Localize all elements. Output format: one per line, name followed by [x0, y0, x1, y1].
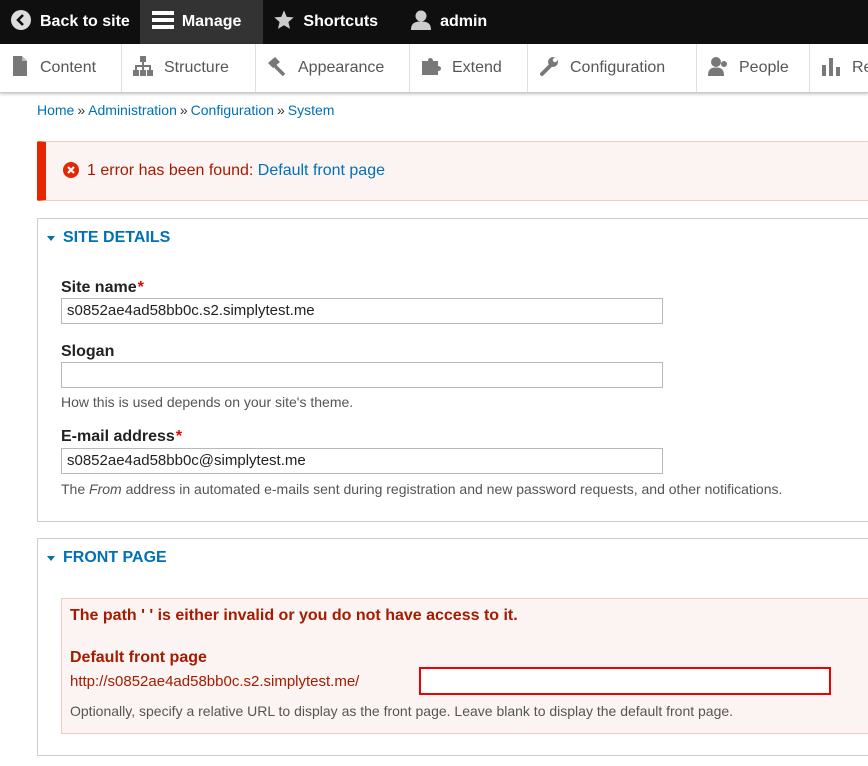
front-page-error-text: The path ' ' is either invalid or you do… [70, 607, 518, 624]
email-label-text: E-mail address [61, 428, 175, 445]
default-front-page-description: Optionally, specify a relative URL to di… [70, 703, 734, 719]
tray-item-content[interactable]: Content [0, 44, 122, 92]
user-label: admin [440, 13, 488, 30]
site-details-toggle[interactable]: SITE DETAILS [47, 229, 170, 247]
back-to-site-label: Back to site [40, 13, 130, 30]
tray-item-label: People [739, 59, 789, 76]
shortcuts-button[interactable]: Shortcuts [263, 0, 388, 44]
shortcuts-label: Shortcuts [303, 13, 379, 30]
user-button[interactable]: admin [388, 0, 497, 44]
site-details-legend: SITE DETAILS [63, 229, 171, 246]
default-front-page-input[interactable] [419, 667, 831, 695]
people-icon [707, 55, 739, 82]
error-message-text: 1 error has been found: Default front pa… [87, 162, 385, 180]
breadcrumb-separator: » [179, 102, 188, 118]
document-icon [10, 55, 40, 82]
tray-item-people[interactable]: People [697, 44, 810, 92]
tray-item-label: Extend [452, 59, 502, 76]
tray-item-label: Content [40, 59, 97, 76]
bar-chart-icon [820, 55, 852, 82]
tray-item-label: Structure [164, 59, 229, 76]
front-page-toggle[interactable]: FRONT PAGE [47, 549, 167, 567]
front-page-error-block: The path ' ' is either invalid or you do… [61, 598, 868, 734]
manage-label: Manage [181, 13, 242, 30]
email-description-post: address in automated e-mails sent during… [125, 481, 783, 497]
tray-item-appearance[interactable]: Appearance [256, 44, 410, 92]
breadcrumb-separator: » [276, 102, 285, 118]
required-marker: * [137, 279, 144, 296]
email-input[interactable]: s0852ae4ad58bb0c@simplytest.me [61, 448, 663, 474]
manage-button[interactable]: Manage [139, 0, 264, 44]
slogan-description: How this is used depends on your site's … [61, 394, 354, 410]
email-description-pre: The [61, 481, 86, 497]
tray-item-label: Appearance [298, 59, 385, 76]
caret-down-icon [47, 235, 55, 241]
slogan-input[interactable] [61, 362, 663, 388]
error-link-default-front-page[interactable]: Default front page [258, 162, 385, 179]
admin-menu-tray: Content Structure Appearance Extend Conf… [0, 44, 868, 93]
structure-icon [132, 55, 164, 82]
wrench-icon [538, 55, 570, 82]
puzzle-icon [420, 55, 452, 82]
breadcrumb-system[interactable]: System [288, 102, 335, 118]
email-description: The From address in automated e-mails se… [61, 481, 782, 497]
site-name-label: Site name* [61, 279, 144, 297]
tray-item-structure[interactable]: Structure [122, 44, 256, 92]
error-message: 1 error has been found: Default front pa… [37, 141, 868, 201]
user-icon [410, 9, 440, 36]
tray-item-extend[interactable]: Extend [410, 44, 528, 92]
breadcrumb-separator: » [77, 102, 86, 118]
required-marker: * [175, 428, 183, 445]
default-front-page-label: Default front page [70, 649, 207, 666]
site-details-fieldset: SITE DETAILS Site name* s0852ae4ad58bb0c… [37, 218, 868, 522]
site-name-input[interactable]: s0852ae4ad58bb0c.s2.simplytest.me [61, 298, 663, 324]
front-page-fieldset: FRONT PAGE The path ' ' is either invali… [37, 538, 868, 756]
slogan-label: Slogan [61, 343, 115, 360]
admin-toolbar: Back to site Manage Shortcuts admin [0, 0, 868, 44]
site-name-label-text: Site name [61, 279, 137, 296]
tray-item-reports[interactable]: Reports [810, 44, 868, 92]
back-to-site-button[interactable]: Back to site [0, 0, 140, 44]
caret-down-icon [47, 555, 55, 561]
email-label: E-mail address* [61, 428, 182, 446]
paint-roller-icon [266, 55, 298, 82]
front-page-url-prefix: http://s0852ae4ad58bb0c.s2.simplytest.me… [70, 673, 360, 690]
front-page-legend: FRONT PAGE [63, 549, 167, 566]
error-message-summary: 1 error has been found: [87, 162, 254, 179]
tray-item-label: Configuration [570, 59, 666, 76]
error-icon [63, 161, 79, 181]
breadcrumb: Home» Administration» Configuration» System [37, 102, 334, 118]
star-icon [273, 9, 303, 36]
tray-item-configuration[interactable]: Configuration [528, 44, 697, 92]
breadcrumb-administration[interactable]: Administration [88, 102, 177, 118]
back-arrow-icon [10, 9, 40, 36]
breadcrumb-configuration[interactable]: Configuration [191, 102, 274, 118]
breadcrumb-home[interactable]: Home [37, 102, 74, 118]
tray-item-label: Reports [852, 59, 868, 76]
email-description-em: From [89, 481, 122, 497]
menu-icon [151, 10, 182, 35]
